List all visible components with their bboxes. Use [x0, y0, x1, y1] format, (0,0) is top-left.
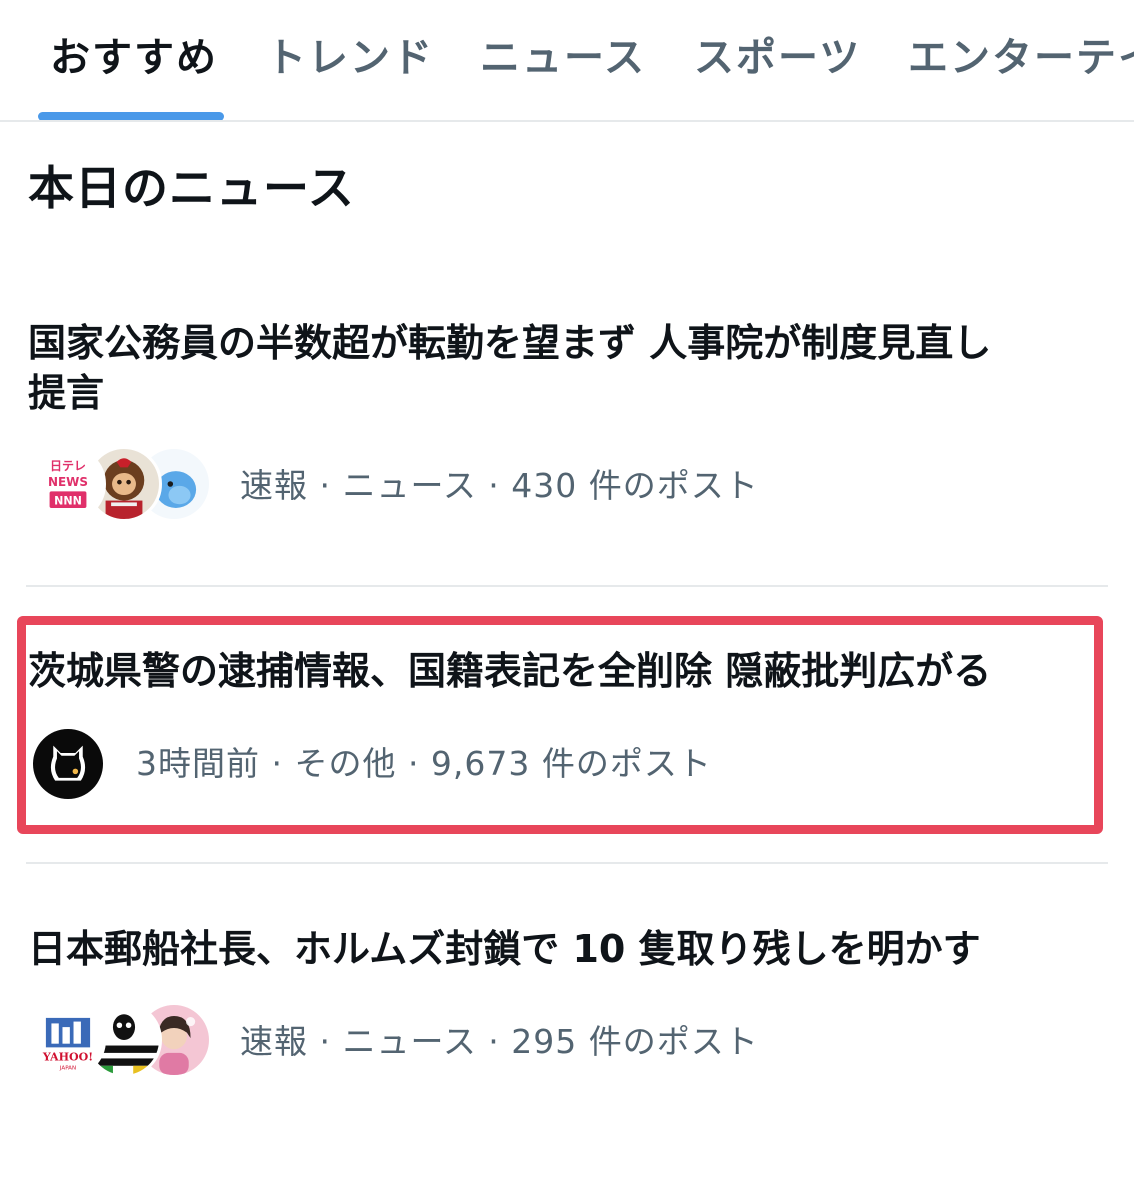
- tab-sports[interactable]: スポーツ: [694, 34, 861, 82]
- news-meta: 速報 · ニュース · 430 件のポスト: [240, 466, 759, 505]
- yahoo-logo-text: YAHOO!: [42, 1050, 93, 1063]
- section-title: 本日のニュース: [28, 161, 355, 215]
- tab-entertainment[interactable]: エンターテイ: [908, 34, 1134, 82]
- news-headline-line-1: 国家公務員の半数超が転勤を望まず 人事院が制度見直し: [28, 321, 992, 365]
- tab-news[interactable]: ニュース: [480, 34, 646, 82]
- divider: [26, 862, 1108, 864]
- tab-recommended[interactable]: おすすめ: [50, 34, 218, 82]
- yahoo-logo-japan-text: JAPAN: [59, 1065, 76, 1071]
- news-headline[interactable]: 日本郵船社長、ホルムズ封鎖で 10 隻取り残しを明かす: [28, 924, 1088, 974]
- news-headline[interactable]: 国家公務員の半数超が転勤を望まず 人事院が制度見直し 提言: [28, 318, 1088, 418]
- active-tab-indicator: [38, 112, 224, 120]
- ntv-news-logo-icon: 日テレ NEWS NNN: [30, 446, 106, 522]
- news-headline-line-2: 提言: [28, 371, 105, 415]
- ntv-logo-news-text: NEWS: [48, 475, 88, 489]
- ntv-logo-text: 日テレ: [50, 459, 86, 473]
- tab-bar: おすすめ トレンド ニュース スポーツ エンターテイ: [0, 0, 1134, 122]
- black-cat-avatar: [30, 726, 106, 802]
- ntv-logo-nnn-text: NNN: [54, 494, 82, 507]
- news-meta: 3時間前 · その他 · 9,673 件のポスト: [136, 744, 712, 783]
- tab-trending[interactable]: トレンド: [266, 34, 434, 82]
- news-meta: 速報 · ニュース · 295 件のポスト: [240, 1022, 759, 1061]
- yahoo-news-logo-icon: YAHOO! JAPAN: [30, 1002, 106, 1078]
- divider: [26, 585, 1108, 587]
- news-headline[interactable]: 茨城県警の逮捕情報、国籍表記を全削除 隠蔽批判広がる: [28, 646, 1088, 696]
